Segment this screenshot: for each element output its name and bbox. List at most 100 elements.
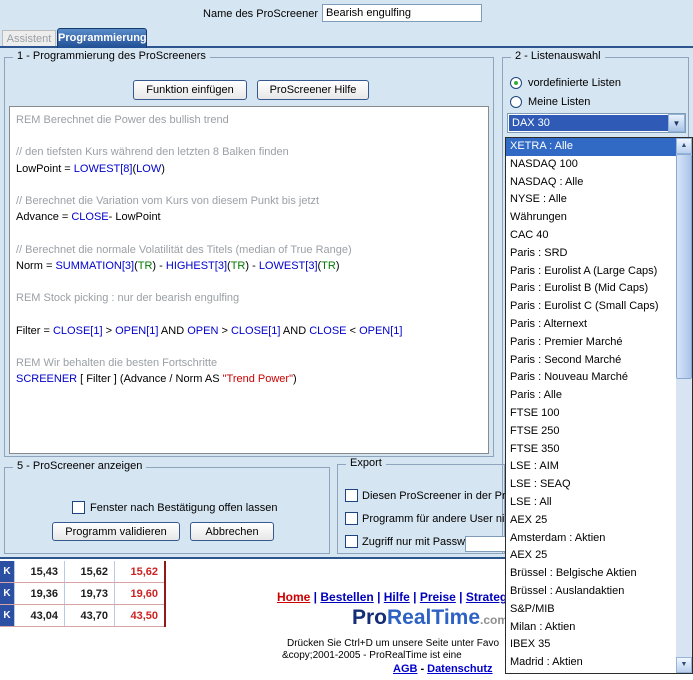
list-item[interactable]: Paris : Eurolist C (Small Caps) xyxy=(506,298,676,316)
footer-separator: - xyxy=(417,663,427,675)
dropdown-scrollbar[interactable]: ▲ ▼ xyxy=(676,138,692,673)
list-item[interactable]: Paris : Nouveau Marché xyxy=(506,369,676,387)
logo-realtime-text: RealTime xyxy=(387,606,480,629)
prorealtime-logo: ProRealTime.com xyxy=(352,606,508,630)
list-item[interactable]: NASDAQ 100 xyxy=(506,156,676,174)
keep-window-open-checkbox[interactable] xyxy=(72,501,85,514)
table-cell: 15,62 xyxy=(114,561,164,582)
list-item[interactable]: Madrid : Aktien xyxy=(506,654,676,672)
quote-table: K15,4315,6215,62K19,3619,7319,60K43,0443… xyxy=(0,561,166,627)
scrollbar-thumb[interactable] xyxy=(676,154,692,379)
predefined-lists-label: vordefinierte Listen xyxy=(528,77,621,89)
list-item[interactable]: Paris : Eurolist A (Large Caps) xyxy=(506,263,676,281)
list-item[interactable]: Paris : Eurolist B (Mid Caps) xyxy=(506,280,676,298)
export-password-checkbox[interactable] xyxy=(345,535,358,548)
table-cell: 43,04 xyxy=(14,605,64,626)
list-combobox-value: DAX 30 xyxy=(509,115,668,131)
list-item[interactable]: LSE : SEAQ xyxy=(506,476,676,494)
programming-groupbox-title: 1 - Programmierung des ProScreeners xyxy=(13,50,210,62)
list-item[interactable]: FTSE 250 xyxy=(506,423,676,441)
list-item[interactable]: Währungen xyxy=(506,209,676,227)
nav-link[interactable]: Bestellen xyxy=(320,590,373,604)
list-item[interactable]: S&P/MIB xyxy=(506,601,676,619)
nav-separator: | xyxy=(374,590,384,604)
code-editor[interactable]: REM Berechnet die Power des bullish tren… xyxy=(9,106,489,454)
my-lists-radio[interactable] xyxy=(510,96,522,108)
table-cell: 19,60 xyxy=(114,583,164,604)
list-item[interactable]: NYSE : Alle xyxy=(506,191,676,209)
proscreener-dialog: K15,4315,6215,62K19,3619,7319,60K43,0443… xyxy=(0,0,693,680)
proscreener-name-input[interactable] xyxy=(322,4,482,22)
agb-link[interactable]: AGB xyxy=(393,663,417,675)
copyright-text: &copy;2001-2005 - ProRealTime ist eine xyxy=(282,650,462,661)
list-item[interactable]: Milan : Aktien xyxy=(506,619,676,637)
logo-pro-text: Pro xyxy=(352,606,387,629)
table-row: K43,0443,7043,50 xyxy=(0,605,164,627)
my-lists-label: Meine Listen xyxy=(528,96,590,108)
validate-program-button[interactable]: Programm validieren xyxy=(52,522,180,541)
nav-link[interactable]: Preise xyxy=(420,590,456,604)
export-groupbox-title: Export xyxy=(346,457,386,469)
bookmark-hint-text: Drücken Sie Ctrl+D um unsere Seite unter… xyxy=(287,638,499,649)
nav-separator: | xyxy=(310,590,320,604)
scroll-up-icon[interactable]: ▲ xyxy=(676,138,692,154)
table-cell: 15,43 xyxy=(14,561,64,582)
list-item[interactable]: FTSE 350 xyxy=(506,441,676,459)
list-item[interactable]: AEX 25 xyxy=(506,547,676,565)
nav-separator: | xyxy=(410,590,420,604)
export-protect-checkbox[interactable] xyxy=(345,512,358,525)
table-cell: 19,36 xyxy=(14,583,64,604)
list-item[interactable]: LSE : All xyxy=(506,494,676,512)
export-library-checkbox[interactable] xyxy=(345,489,358,502)
scroll-down-icon[interactable]: ▼ xyxy=(676,657,692,673)
export-protect-label: Programm für andere User nich xyxy=(362,513,516,525)
proscreener-help-button[interactable]: ProScreener Hilfe xyxy=(257,80,369,100)
keep-window-open-label: Fenster nach Bestätigung offen lassen xyxy=(90,502,278,514)
table-cell: 19,73 xyxy=(64,583,114,604)
export-password-label: Zugriff nur mit Passwort: xyxy=(362,536,481,548)
list-combobox[interactable]: DAX 30 ▼ xyxy=(507,113,686,133)
list-item[interactable]: Amsterdam : Aktien xyxy=(506,530,676,548)
cancel-button[interactable]: Abbrechen xyxy=(190,522,274,541)
table-cell: 15,62 xyxy=(64,561,114,582)
table-row: K15,4315,6215,62 xyxy=(0,561,164,583)
list-item[interactable]: NASDAQ : Alle xyxy=(506,174,676,192)
list-item[interactable]: AEX 25 xyxy=(506,512,676,530)
nav-links: Home | Bestellen | Hilfe | Preise | Stra… xyxy=(277,590,517,604)
table-cell: K xyxy=(0,561,14,582)
list-item[interactable]: IBEX 35 xyxy=(506,636,676,654)
list-item[interactable]: LSE : AIM xyxy=(506,458,676,476)
list-item[interactable]: Paris : Alternext xyxy=(506,316,676,334)
list-item[interactable]: Paris : Second Marché xyxy=(506,352,676,370)
predefined-lists-radio[interactable] xyxy=(510,77,522,89)
list-item[interactable]: FTSE 100 xyxy=(506,405,676,423)
export-library-label: Diesen ProScreener in der ProR xyxy=(362,490,520,502)
table-row: K19,3619,7319,60 xyxy=(0,583,164,605)
list-item[interactable]: Paris : SRD xyxy=(506,245,676,263)
list-item[interactable]: Paris : Alle xyxy=(506,387,676,405)
list-selection-groupbox-title: 2 - Listenauswahl xyxy=(511,50,605,62)
tab-programmierung[interactable]: Programmierung xyxy=(57,28,147,48)
datenschutz-link[interactable]: Datenschutz xyxy=(427,663,492,675)
chevron-down-icon[interactable]: ▼ xyxy=(668,114,685,132)
insert-function-button[interactable]: Funktion einfügen xyxy=(133,80,247,100)
list-item[interactable]: Brüssel : Auslandaktien xyxy=(506,583,676,601)
nav-link[interactable]: Home xyxy=(277,590,310,604)
table-cell: 43,50 xyxy=(114,605,164,626)
list-item[interactable]: Brüssel : Belgische Aktien xyxy=(506,565,676,583)
list-item[interactable]: CAC 40 xyxy=(506,227,676,245)
proscreener-name-label: Name des ProScreener xyxy=(150,8,318,20)
list-dropdown: XETRA : AlleNASDAQ 100NASDAQ : AlleNYSE … xyxy=(505,137,693,674)
display-groupbox-title: 5 - ProScreener anzeigen xyxy=(13,460,146,472)
footer-links: AGB-Datenschutz xyxy=(393,663,493,675)
table-cell: K xyxy=(0,583,14,604)
tab-assistent[interactable]: Assistent xyxy=(2,30,56,46)
table-cell: K xyxy=(0,605,14,626)
list-item[interactable]: XETRA : Alle xyxy=(506,138,676,156)
nav-separator: | xyxy=(456,590,466,604)
list-item[interactable]: Paris : Premier Marché xyxy=(506,334,676,352)
logo-com-text: .com xyxy=(480,613,508,627)
dropdown-list-items: XETRA : AlleNASDAQ 100NASDAQ : AlleNYSE … xyxy=(506,138,676,673)
table-cell: 43,70 xyxy=(64,605,114,626)
nav-link[interactable]: Hilfe xyxy=(384,590,410,604)
